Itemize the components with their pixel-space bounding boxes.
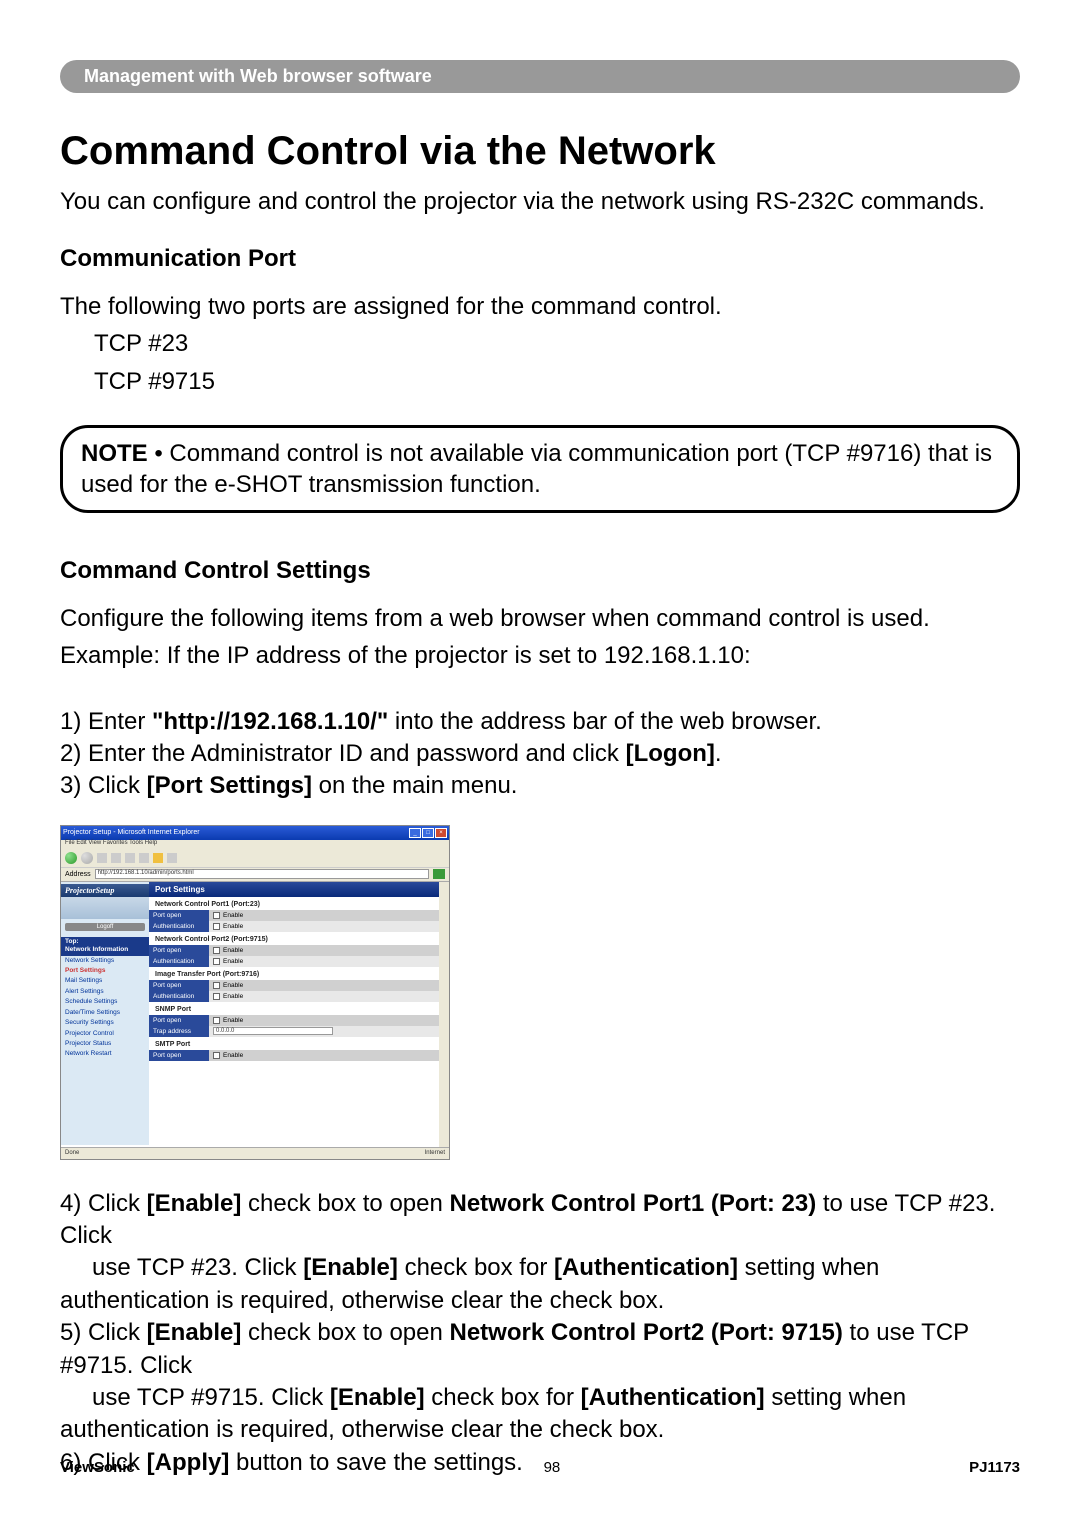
value-trap: 0.0.0.0 [209, 1026, 449, 1037]
scrollbar[interactable] [439, 882, 449, 1147]
projector-image [61, 897, 149, 919]
ie-menubar[interactable]: File Edit View Favorites Tools Help [61, 840, 449, 850]
page-title: Command Control via the Network [60, 129, 1020, 174]
sidebar-title: ProjectorSetup [61, 884, 149, 897]
ie-toolbar[interactable] [61, 850, 449, 868]
checkbox-img-auth[interactable] [213, 993, 220, 1000]
footer-brand: ViewSonic [60, 1459, 135, 1476]
favorites-icon[interactable] [153, 853, 163, 863]
refresh-icon[interactable] [111, 853, 121, 863]
footer: ViewSonic 98 PJ1173 [60, 1459, 1020, 1476]
history-icon[interactable] [167, 853, 177, 863]
value-port-open-3: Enable [209, 980, 449, 991]
settings-text-2: Example: If the IP address of the projec… [60, 640, 1020, 671]
checkbox-nc1-open[interactable] [213, 912, 220, 919]
section-nc1: Network Control Port1 (Port:23) [149, 897, 449, 910]
tcp-port-2: TCP #9715 [60, 366, 1020, 397]
tcp-port-1: TCP #23 [60, 328, 1020, 359]
stop-icon[interactable] [97, 853, 107, 863]
status-zone: Internet [425, 1150, 445, 1156]
checkbox-snmp-open[interactable] [213, 1017, 220, 1024]
go-icon[interactable] [433, 869, 445, 879]
note-label: NOTE [81, 440, 148, 467]
footer-page-number: 98 [544, 1459, 561, 1476]
comm-port-heading: Communication Port [60, 245, 1020, 273]
value-port-open-smtp: Enable [209, 1050, 449, 1061]
value-auth-3: Enable [209, 991, 449, 1002]
forward-icon[interactable] [81, 852, 93, 864]
step-2: 2) Enter the Administrator ID and passwo… [60, 738, 1020, 770]
logoff-button[interactable]: Logoff [65, 923, 145, 931]
home-icon[interactable] [125, 853, 135, 863]
label-auth-3: Authentication [149, 991, 209, 1002]
nav-alert-settings[interactable]: Alert Settings [61, 987, 149, 997]
intro-text: You can configure and control the projec… [60, 186, 1020, 217]
section-snmp: SNMP Port [149, 1002, 449, 1015]
main-panel: Port Settings Network Control Port1 (Por… [149, 882, 449, 1145]
steps-top: 1) Enter "http://192.168.1.10/" into the… [60, 706, 1020, 803]
nav-security[interactable]: Security Settings [61, 1018, 149, 1028]
nav-network-settings[interactable]: Network Settings [61, 956, 149, 966]
back-icon[interactable] [65, 852, 77, 864]
sidebar: ProjectorSetup Logoff Top: Network Infor… [61, 882, 149, 1145]
note-box: NOTE • Command control is not available … [60, 425, 1020, 513]
nav-date-time[interactable]: Date/Time Settings [61, 1008, 149, 1018]
checkbox-smtp-open[interactable] [213, 1052, 220, 1059]
minimize-icon[interactable]: _ [409, 828, 421, 838]
nav-top[interactable]: Top: Network Information [61, 937, 149, 956]
checkbox-nc2-auth[interactable] [213, 958, 220, 965]
settings-heading: Command Control Settings [60, 557, 1020, 585]
label-trap: Trap address [149, 1026, 209, 1037]
value-auth-2: Enable [209, 956, 449, 967]
label-port-open-3: Port open [149, 980, 209, 991]
step-4: 4) Click [Enable] check box to open Netw… [60, 1188, 1020, 1318]
nav-mail-settings[interactable]: Mail Settings [61, 976, 149, 986]
search-icon[interactable] [139, 853, 149, 863]
maximize-icon[interactable]: □ [422, 828, 434, 838]
ie-address-bar: Address http://192.168.1.10/admin/ports.… [61, 868, 449, 882]
close-icon[interactable]: × [435, 828, 447, 838]
label-port-open-1: Port open [149, 910, 209, 921]
nav-projector-status[interactable]: Projector Status [61, 1039, 149, 1049]
header-bar: Management with Web browser software [60, 60, 1020, 93]
nav-schedule-settings[interactable]: Schedule Settings [61, 997, 149, 1007]
section-img: Image Transfer Port (Port:9716) [149, 967, 449, 980]
note-text: • Command control is not available via c… [81, 440, 992, 498]
step-5: 5) Click [Enable] check box to open Netw… [60, 1317, 1020, 1447]
nav-projector-control[interactable]: Projector Control [61, 1029, 149, 1039]
port-settings-screenshot: Projector Setup - Microsoft Internet Exp… [60, 825, 450, 1160]
value-port-open-1: Enable [209, 910, 449, 921]
panel-title: Port Settings [149, 882, 449, 897]
window-buttons: _ □ × [409, 828, 447, 838]
value-auth-1: Enable [209, 921, 449, 932]
checkbox-nc1-auth[interactable] [213, 923, 220, 930]
footer-model: PJ1173 [969, 1459, 1020, 1476]
address-input[interactable]: http://192.168.1.10/admin/ports.html [95, 869, 429, 879]
window-title: Projector Setup - Microsoft Internet Exp… [63, 829, 200, 836]
section-smtp: SMTP Port [149, 1037, 449, 1050]
label-auth-1: Authentication [149, 921, 209, 932]
section-nc2: Network Control Port2 (Port:9715) [149, 932, 449, 945]
nav-port-settings[interactable]: Port Settings [61, 966, 149, 976]
checkbox-img-open[interactable] [213, 982, 220, 989]
step-1: 1) Enter "http://192.168.1.10/" into the… [60, 706, 1020, 738]
label-port-open-2: Port open [149, 945, 209, 956]
checkbox-nc2-open[interactable] [213, 947, 220, 954]
comm-port-text: The following two ports are assigned for… [60, 291, 1020, 322]
steps-bottom: 4) Click [Enable] check box to open Netw… [60, 1188, 1020, 1480]
ie-titlebar: Projector Setup - Microsoft Internet Exp… [61, 826, 449, 840]
status-done: Done [65, 1150, 79, 1156]
settings-text-1: Configure the following items from a web… [60, 603, 1020, 634]
statusbar: Done Internet [61, 1147, 449, 1159]
trap-address-input[interactable]: 0.0.0.0 [213, 1027, 333, 1035]
label-auth-2: Authentication [149, 956, 209, 967]
nav-network-restart[interactable]: Network Restart [61, 1049, 149, 1059]
address-label: Address [65, 871, 91, 878]
value-port-open-2: Enable [209, 945, 449, 956]
value-port-open-snmp: Enable [209, 1015, 449, 1026]
label-port-open-snmp: Port open [149, 1015, 209, 1026]
label-port-open-smtp: Port open [149, 1050, 209, 1061]
step-3: 3) Click [Port Settings] on the main men… [60, 770, 1020, 802]
